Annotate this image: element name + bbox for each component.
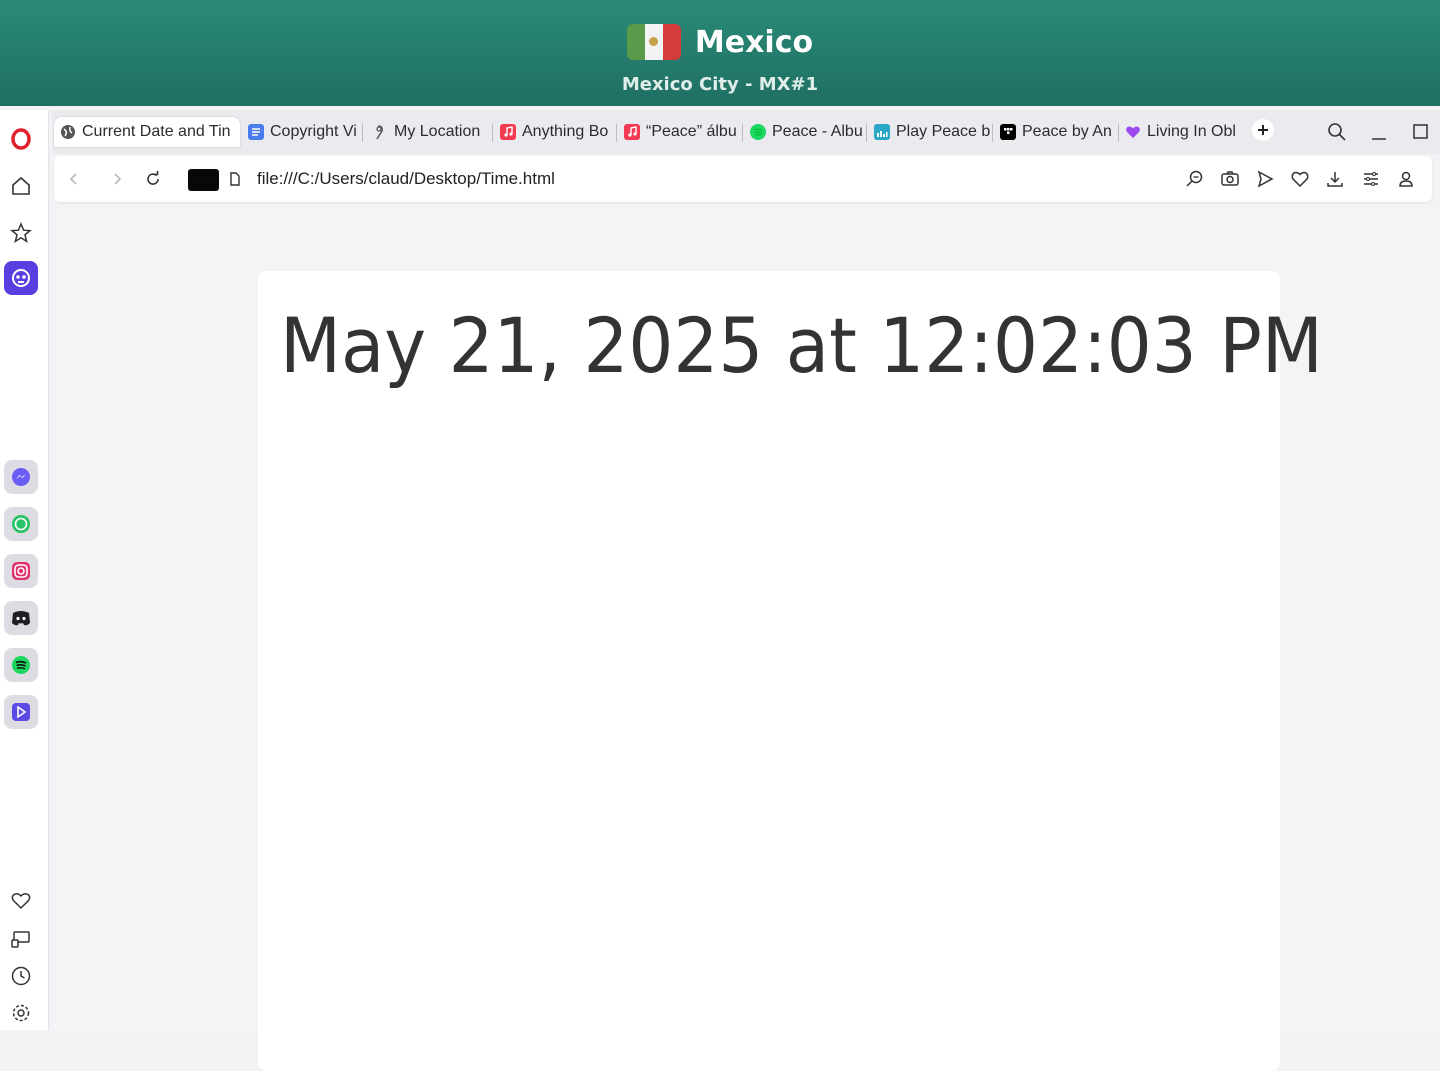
history-icon[interactable]	[6, 961, 36, 991]
docs-icon	[248, 124, 264, 140]
tab-label: My Location	[394, 123, 481, 140]
tab-anything-bo[interactable]: Anything Bo	[494, 117, 612, 147]
apple-music-icon	[624, 124, 640, 140]
minimize-icon[interactable]	[1367, 120, 1391, 144]
send-icon[interactable]	[1254, 168, 1276, 190]
home-icon[interactable]	[6, 171, 36, 201]
profile-icon[interactable]	[1395, 168, 1417, 190]
site-badge[interactable]	[188, 169, 219, 191]
tab-label: Current Date and Tin	[82, 123, 231, 140]
address-bar: file:///C:/Users/claud/Desktop/Time.html	[54, 156, 1432, 202]
tab-label: Play Peace b	[896, 123, 990, 140]
devices-icon[interactable]	[6, 924, 36, 954]
tab-peace-album[interactable]: “Peace” álbu	[618, 117, 738, 147]
heart-icon[interactable]	[1289, 168, 1311, 190]
tab-label: Peace by An	[1022, 123, 1112, 140]
back-icon[interactable]	[63, 168, 85, 190]
instagram-icon[interactable]	[4, 554, 38, 588]
ai-icon[interactable]	[4, 261, 38, 295]
tab-search-icon[interactable]	[1325, 120, 1349, 144]
player-icon[interactable]	[4, 695, 38, 729]
whatsapp-icon[interactable]	[4, 507, 38, 541]
forward-icon[interactable]	[106, 168, 128, 190]
search-page-icon[interactable]	[1184, 168, 1206, 190]
reload-icon[interactable]	[142, 168, 164, 190]
page-viewport: May 21, 2025 at 12:02:03 PM	[54, 208, 1440, 1071]
tab-label: Peace - Albu	[772, 123, 863, 140]
tab-label: Copyright Vi	[270, 123, 357, 140]
new-tab-button[interactable]	[1252, 119, 1274, 141]
vpn-title: Mexico	[0, 24, 1440, 60]
globe-icon	[60, 124, 76, 140]
mexico-flag-icon	[626, 24, 681, 60]
heart-icon	[1125, 124, 1141, 140]
tab-current-date[interactable]: Current Date and Tin	[54, 117, 240, 147]
messenger-icon[interactable]	[4, 460, 38, 494]
camera-icon[interactable]	[1219, 168, 1241, 190]
deezer-icon	[874, 124, 890, 140]
tab-label: Anything Bo	[522, 123, 609, 140]
spotify-icon	[750, 124, 766, 140]
easy-setup-icon[interactable]	[1360, 168, 1382, 190]
current-datetime: May 21, 2025 at 12:02:03 PM	[280, 301, 1323, 390]
heart-icon[interactable]	[6, 886, 36, 916]
tab-label: “Peace” álbu	[646, 123, 737, 140]
tab-copyright[interactable]: Copyright Vi	[242, 117, 360, 147]
settings-gear-icon[interactable]	[6, 998, 36, 1028]
tab-peace-by[interactable]: Peace by An	[994, 117, 1114, 147]
maximize-icon[interactable]	[1409, 120, 1433, 144]
tab-play-peace[interactable]: Play Peace b	[868, 117, 990, 147]
vpn-country: Mexico	[694, 24, 814, 60]
discord-icon[interactable]	[4, 601, 38, 635]
vpn-server: Mexico City - MX#1	[621, 74, 819, 95]
tab-living-in-obl[interactable]: Living In Obl	[1119, 117, 1241, 147]
opera-logo-icon[interactable]	[6, 124, 36, 154]
tab-peace-spotify[interactable]: Peace - Albu	[744, 117, 864, 147]
sidebar	[0, 110, 49, 1030]
tab-my-location[interactable]: My Location	[366, 117, 490, 147]
plus-icon	[1258, 125, 1268, 135]
url-field[interactable]: file:///C:/Users/claud/Desktop/Time.html	[257, 169, 555, 189]
tidal-icon	[1000, 124, 1016, 140]
download-icon[interactable]	[1324, 168, 1346, 190]
map-pin-icon	[372, 124, 388, 140]
time-card: May 21, 2025 at 12:02:03 PM	[258, 271, 1323, 1071]
file-icon[interactable]	[224, 168, 246, 190]
spotify-icon[interactable]	[4, 648, 38, 682]
tab-bar: Current Date and Tin Copyright Vi My Loc…	[52, 110, 1440, 154]
apple-music-icon	[500, 124, 516, 140]
tab-label: Living In Obl	[1147, 123, 1236, 140]
star-icon[interactable]	[6, 218, 36, 248]
vpn-banner: Mexico Mexico City - MX#1	[0, 0, 1440, 106]
